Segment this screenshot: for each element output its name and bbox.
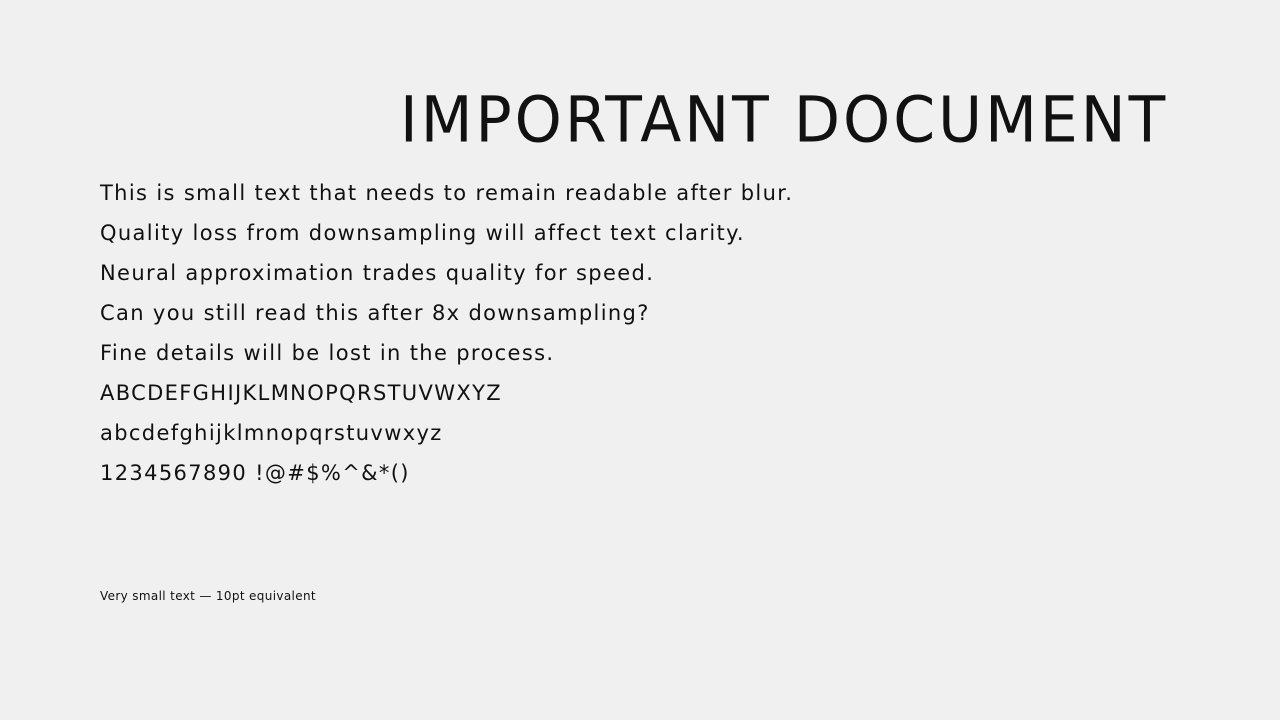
- very-small-text-note: Very small text — 10pt equivalent: [100, 589, 316, 603]
- lowercase-alphabet-line: abcdefghijklmnopqrstuvwxyz: [100, 421, 443, 445]
- body-line-small-text-readability: This is small text that needs to remain …: [100, 181, 794, 205]
- body-line-quality-loss: Quality loss from downsampling will affe…: [100, 221, 745, 245]
- body-line-downsampling-question: Can you still read this after 8x downsam…: [100, 301, 650, 325]
- body-line-fine-details: Fine details will be lost in the process…: [100, 341, 555, 365]
- uppercase-alphabet-line: ABCDEFGHIJKLMNOPQRSTUVWXYZ: [100, 381, 503, 405]
- document-page: IMPORTANT DOCUMENT This is small text th…: [0, 0, 1280, 720]
- body-line-neural-approximation: Neural approximation trades quality for …: [100, 261, 655, 285]
- numbers-symbols-line: 1234567890 !@#$%^&*(): [100, 461, 410, 485]
- body-text-lines: This is small text that needs to remain …: [100, 177, 793, 497]
- document-title: IMPORTANT DOCUMENT: [400, 84, 1169, 158]
